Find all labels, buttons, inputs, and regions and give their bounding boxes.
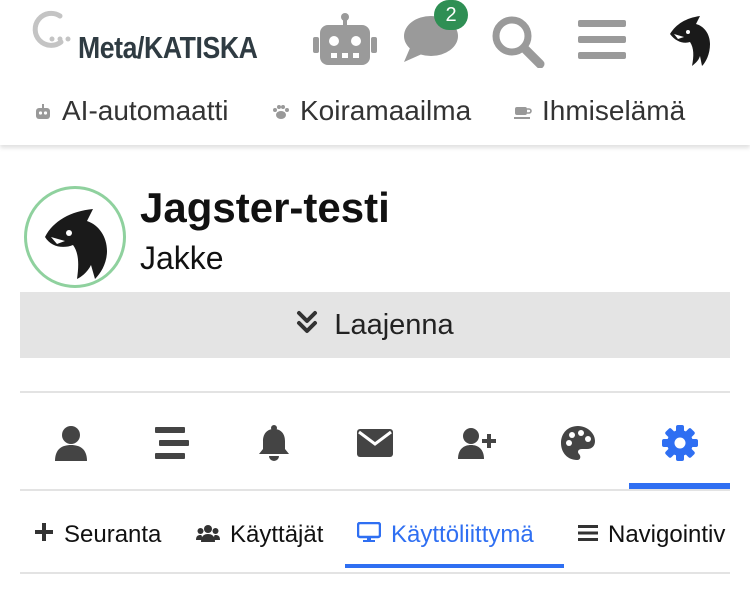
menu-icon[interactable] — [578, 18, 626, 65]
bars-icon — [578, 521, 608, 549]
tab-preferences[interactable] — [629, 405, 731, 485]
tab-label: Käyttäjät — [230, 521, 324, 548]
site-logo-icon[interactable] — [30, 8, 74, 57]
users-icon — [196, 521, 230, 549]
category-label: Koiramaailma — [300, 95, 472, 126]
divider — [20, 489, 730, 491]
category-label: AI-automaatti — [62, 95, 229, 126]
tab-themes[interactable] — [527, 405, 629, 485]
profile-title: Jagster-testi — [140, 184, 390, 231]
notification-badge: 2 — [434, 0, 468, 30]
category-nav: AI-automaatti Koiramaailma Ihmiselämä — [0, 90, 750, 132]
user-plus-icon — [458, 427, 496, 464]
tab-label: Seuranta — [64, 521, 162, 548]
plus-icon — [34, 521, 64, 549]
tab-notifications[interactable] — [223, 405, 325, 485]
active-subtab-indicator — [345, 564, 564, 568]
gear-icon — [662, 424, 698, 466]
robot-icon[interactable] — [312, 12, 378, 73]
tab-kayttoliittyma[interactable]: Käyttöliittymä — [356, 508, 534, 562]
expand-button[interactable]: Laajenna — [20, 292, 730, 358]
envelope-icon — [357, 428, 393, 462]
tab-invite[interactable] — [426, 405, 528, 485]
tab-label: Navigointiv — [608, 521, 726, 548]
bell-icon — [258, 424, 290, 466]
robot-icon — [34, 95, 62, 127]
tab-label: Käyttöliittymä — [391, 521, 534, 548]
tab-seuranta[interactable]: Seuranta — [34, 508, 161, 562]
site-header: Meta/KATISKA 2 AI-automaatti Koiramaailm… — [0, 0, 750, 145]
desktop-icon — [356, 521, 391, 549]
settings-tabs: Seuranta Käyttäjät Käyttöliittymä Navigo… — [20, 508, 730, 568]
site-name[interactable]: Meta/KATISKA — [78, 30, 258, 66]
coffee-icon — [514, 95, 542, 127]
double-chevron-down-icon — [296, 309, 334, 342]
category-label: Ihmiselämä — [542, 95, 686, 126]
user-avatar[interactable] — [666, 10, 716, 73]
profile-avatar — [24, 186, 126, 288]
category-koiramaailma[interactable]: Koiramaailma — [272, 90, 471, 132]
tab-kayttajat[interactable]: Käyttäjät — [196, 508, 323, 562]
profile-tabs — [20, 405, 730, 489]
tab-messages[interactable] — [324, 405, 426, 485]
paw-icon — [272, 95, 300, 127]
user-icon — [54, 425, 88, 466]
category-ai-automaatti[interactable]: AI-automaatti — [34, 90, 229, 132]
expand-label: Laajenna — [334, 308, 454, 341]
category-ihmiselama[interactable]: Ihmiselämä — [514, 90, 685, 132]
tab-navigointi[interactable]: Navigointiv — [578, 508, 725, 562]
divider — [20, 391, 730, 393]
palette-icon — [560, 425, 596, 466]
stream-icon — [155, 426, 189, 464]
divider — [20, 572, 730, 574]
tab-activity[interactable] — [121, 405, 223, 485]
tab-profile[interactable] — [20, 405, 122, 485]
search-icon[interactable] — [490, 14, 546, 73]
profile-username: Jakke — [140, 240, 224, 276]
